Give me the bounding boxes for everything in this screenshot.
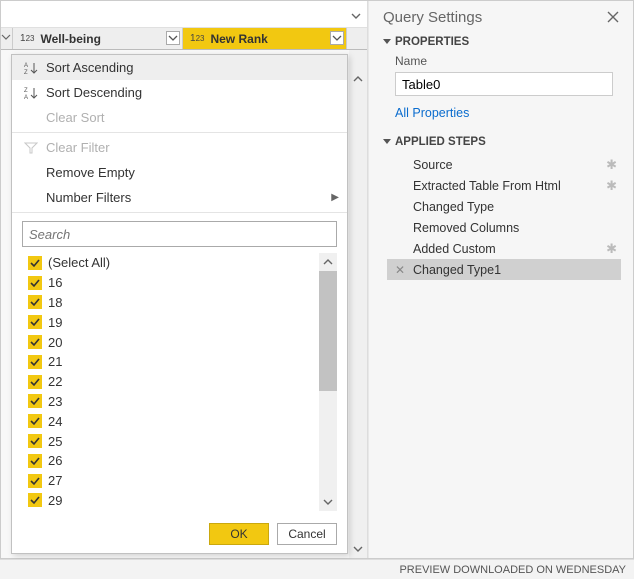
status-text: PREVIEW DOWNLOADED ON WEDNESDAY	[399, 564, 626, 576]
applied-step[interactable]: ✕Changed Type1	[387, 259, 621, 280]
chevron-down-icon[interactable]	[351, 9, 361, 24]
caret-down-icon	[383, 137, 391, 147]
column-header-wellbeing[interactable]: 123 Well-being	[13, 28, 183, 49]
checkbox-checked-icon[interactable]	[28, 493, 42, 507]
menu-clear-sort: Clear Sort	[12, 105, 347, 130]
column-name: Well-being	[40, 32, 179, 46]
filter-value[interactable]: 18	[22, 293, 337, 313]
filter-value[interactable]: 16	[22, 273, 337, 293]
datatype-number-icon[interactable]: 123	[186, 31, 208, 46]
filter-value[interactable]: 19	[22, 312, 337, 332]
query-settings-pane: Query Settings PROPERTIES Name All Prope…	[368, 1, 633, 558]
formula-bar[interactable]	[1, 1, 367, 28]
column-name: New Rank	[210, 32, 343, 46]
svg-text:A: A	[24, 63, 28, 69]
applied-steps-list: Source✱Extracted Table From Html✱Changed…	[387, 154, 621, 280]
scrollbar-thumb[interactable]	[319, 271, 337, 391]
checkbox-checked-icon[interactable]	[28, 256, 42, 270]
checkbox-checked-icon[interactable]	[28, 335, 42, 349]
delete-step-icon[interactable]: ✕	[395, 263, 405, 277]
menu-sort-descending[interactable]: ZA Sort Descending	[12, 80, 347, 105]
menu-sort-ascending[interactable]: AZ Sort Ascending	[12, 55, 347, 80]
filter-select-all[interactable]: (Select All)	[22, 253, 337, 273]
clear-filter-icon	[22, 141, 40, 155]
applied-step[interactable]: Extracted Table From Html✱	[387, 175, 621, 196]
svg-text:Z: Z	[24, 70, 28, 75]
panel-title: Query Settings	[383, 9, 621, 26]
checkbox-checked-icon[interactable]	[28, 454, 42, 468]
filter-value[interactable]: 25	[22, 431, 337, 451]
sort-desc-icon: ZA	[22, 86, 40, 100]
column-headers: 123 Well-being 123 New Rank	[1, 28, 367, 50]
checkbox-checked-icon[interactable]	[28, 394, 42, 408]
gear-icon[interactable]: ✱	[606, 178, 617, 194]
checkbox-checked-icon[interactable]	[28, 375, 42, 389]
applied-step[interactable]: Removed Columns	[387, 217, 621, 238]
filter-dropdown-icon[interactable]	[166, 31, 180, 45]
checkbox-checked-icon[interactable]	[28, 434, 42, 448]
checkbox-checked-icon[interactable]	[28, 414, 42, 428]
submenu-arrow-icon: ▶	[331, 192, 339, 203]
filter-search-input[interactable]	[22, 221, 337, 247]
filter-value[interactable]: 26	[22, 451, 337, 471]
menu-remove-empty[interactable]: Remove Empty	[12, 160, 347, 185]
chevron-down-icon	[1, 28, 12, 42]
filter-value[interactable]: 29	[22, 491, 337, 511]
filter-dropdown-icon[interactable]	[330, 31, 344, 45]
scroll-up-icon[interactable]	[319, 253, 337, 271]
column-header-newrank[interactable]: 123 New Rank	[183, 28, 347, 49]
scroll-up-icon[interactable]	[349, 70, 367, 88]
cancel-button[interactable]: Cancel	[277, 523, 337, 545]
menu-number-filters[interactable]: Number Filters ▶	[12, 185, 347, 210]
checkbox-checked-icon[interactable]	[28, 295, 42, 309]
checkbox-checked-icon[interactable]	[28, 315, 42, 329]
filter-value[interactable]: 20	[22, 332, 337, 352]
column-filter-menu: AZ Sort Ascending ZA Sort Descending Cle…	[11, 54, 348, 554]
name-label: Name	[395, 54, 621, 68]
status-bar: PREVIEW DOWNLOADED ON WEDNESDAY	[0, 559, 634, 579]
gear-icon[interactable]: ✱	[606, 241, 617, 257]
caret-down-icon	[383, 37, 391, 47]
filter-values-list: (Select All) 16181920212223242526272930	[22, 253, 337, 511]
query-name-input[interactable]	[395, 72, 613, 96]
data-preview-pane: 123 Well-being 123 New Rank	[1, 1, 368, 558]
applied-step[interactable]: Source✱	[387, 154, 621, 175]
checkbox-checked-icon[interactable]	[28, 474, 42, 488]
filter-value[interactable]: 27	[22, 471, 337, 491]
svg-text:A: A	[24, 95, 28, 100]
scroll-down-icon[interactable]	[319, 493, 337, 511]
datatype-number-icon[interactable]: 123	[16, 31, 38, 46]
vertical-scrollbar[interactable]	[349, 50, 367, 558]
checkbox-checked-icon[interactable]	[28, 276, 42, 290]
properties-header[interactable]: PROPERTIES	[383, 36, 621, 48]
gear-icon[interactable]: ✱	[606, 157, 617, 173]
filter-value[interactable]: 21	[22, 352, 337, 372]
sort-asc-icon: AZ	[22, 61, 40, 75]
all-properties-link[interactable]: All Properties	[395, 106, 621, 120]
close-icon[interactable]	[607, 11, 619, 26]
scroll-down-icon[interactable]	[349, 540, 367, 558]
filter-value[interactable]: 23	[22, 392, 337, 412]
checkbox-checked-icon[interactable]	[28, 355, 42, 369]
filter-value[interactable]: 30	[22, 510, 337, 511]
ok-button[interactable]: OK	[209, 523, 269, 545]
svg-text:Z: Z	[24, 88, 28, 94]
applied-step[interactable]: Changed Type	[387, 196, 621, 217]
filter-value[interactable]: 24	[22, 411, 337, 431]
row-header-drop[interactable]	[1, 28, 13, 49]
filter-value[interactable]: 22	[22, 372, 337, 392]
menu-clear-filter: Clear Filter	[12, 135, 347, 160]
applied-step[interactable]: Added Custom✱	[387, 238, 621, 259]
values-scrollbar[interactable]	[319, 253, 337, 511]
applied-steps-header[interactable]: APPLIED STEPS	[383, 136, 621, 148]
